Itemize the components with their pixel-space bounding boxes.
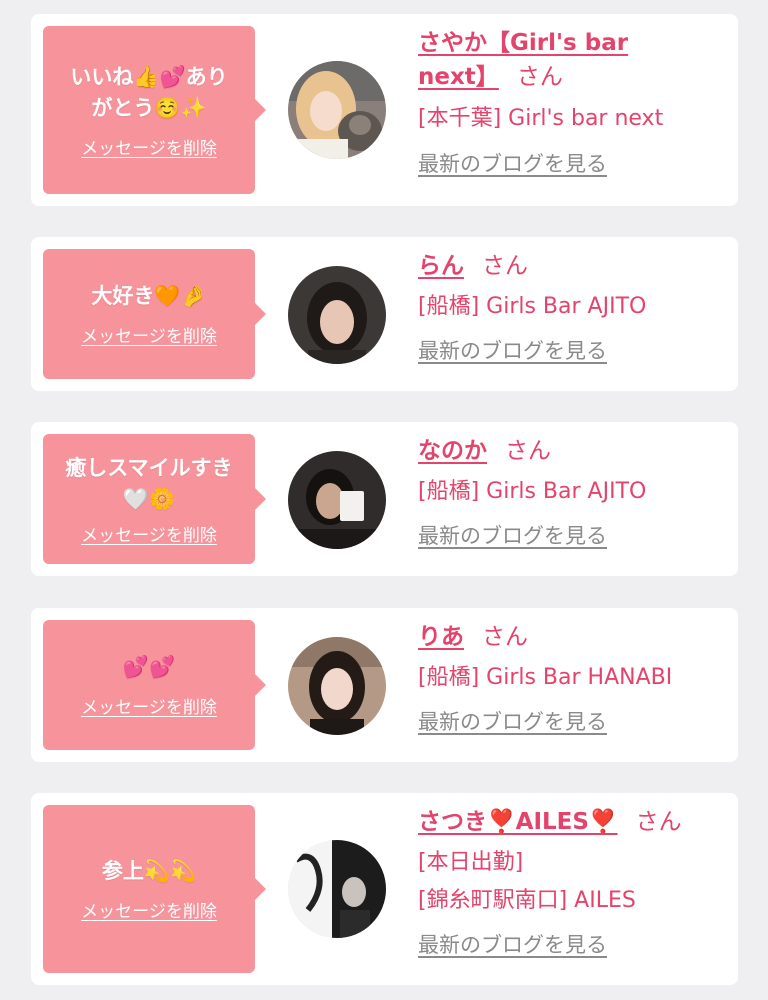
message-text: 参上💫💫 bbox=[101, 859, 197, 883]
delete-message-link[interactable]: メッセージを削除 bbox=[81, 322, 217, 347]
delete-message-link[interactable]: メッセージを削除 bbox=[81, 693, 217, 718]
message-card: 癒しスマイルすき 🤍🌼 メッセージを削除 なのか さん [船橋] Girls Ba… bbox=[31, 422, 738, 576]
avatar[interactable] bbox=[288, 451, 386, 549]
honorific: さん bbox=[516, 64, 563, 90]
shop-name: [船橋] Girls Bar AJITO bbox=[418, 294, 647, 319]
latest-blog-link[interactable]: 最新のブログを見る bbox=[418, 149, 607, 179]
latest-blog-link[interactable]: 最新のブログを見る bbox=[418, 707, 607, 737]
avatar-photo bbox=[288, 61, 386, 159]
message-text: 💕💕 bbox=[122, 655, 176, 679]
honorific: さん bbox=[635, 809, 682, 835]
avatar[interactable] bbox=[288, 840, 386, 938]
message-bubble: 💕💕 メッセージを削除 bbox=[43, 620, 266, 750]
user-name-line: りあ さん bbox=[418, 620, 723, 654]
user-name-link[interactable]: なのか bbox=[418, 438, 487, 464]
message-text: 大好き🧡🤌 bbox=[91, 284, 207, 308]
user-info: らん さん [船橋] Girls Bar AJITO 最新のブログを見る bbox=[418, 249, 723, 366]
message-text: いいね👍💕あり がとう☺️✨ bbox=[70, 64, 228, 120]
message-bubble: 参上💫💫 メッセージを削除 bbox=[43, 805, 266, 973]
shop-name: [本千葉] Girl's bar next bbox=[418, 106, 664, 131]
honorific: さん bbox=[482, 253, 528, 279]
shop-name: [錦糸町駅南口] AILES bbox=[418, 888, 636, 913]
avatar-photo bbox=[288, 451, 386, 549]
avatar-photo bbox=[288, 266, 386, 364]
message-card: 💕💕 メッセージを削除 りあ さん [船橋] Girls Bar HANABI 最… bbox=[31, 608, 738, 762]
user-info: りあ さん [船橋] Girls Bar HANABI 最新のブログを見る bbox=[418, 620, 723, 737]
message-card: いいね👍💕あり がとう☺️✨ メッセージを削除 さやか【Girl's bar ne… bbox=[31, 14, 738, 206]
shop-name: [船橋] Girls Bar HANABI bbox=[418, 665, 673, 690]
avatar-photo bbox=[288, 840, 386, 938]
message-bubble: 大好き🧡🤌 メッセージを削除 bbox=[43, 249, 266, 379]
user-name-link[interactable]: さつき❣️AILES❣️ bbox=[418, 809, 618, 835]
avatar[interactable] bbox=[288, 61, 386, 159]
honorific: さん bbox=[505, 438, 551, 464]
user-name-link[interactable]: りあ bbox=[418, 624, 464, 650]
user-name-line: なのか さん bbox=[418, 434, 723, 468]
message-card: 大好き🧡🤌 メッセージを削除 らん さん [船橋] Girls Bar AJITO… bbox=[31, 237, 738, 391]
user-info: なのか さん [船橋] Girls Bar AJITO 最新のブログを見る bbox=[418, 434, 723, 551]
user-name-line: さやか【Girl's bar next】 さん bbox=[418, 26, 723, 94]
message-card: 参上💫💫 メッセージを削除 さつき❣️AILES❣️ さん [本日出勤] [錦糸町… bbox=[31, 793, 738, 985]
message-text: 癒しスマイルすき 🤍🌼 bbox=[65, 455, 233, 511]
message-bubble: いいね👍💕あり がとう☺️✨ メッセージを削除 bbox=[43, 26, 266, 194]
work-status: [本日出勤] bbox=[418, 850, 524, 875]
message-bubble: 癒しスマイルすき 🤍🌼 メッセージを削除 bbox=[43, 434, 266, 564]
honorific: さん bbox=[482, 624, 528, 650]
latest-blog-link[interactable]: 最新のブログを見る bbox=[418, 930, 607, 960]
delete-message-link[interactable]: メッセージを削除 bbox=[81, 897, 217, 922]
user-name-line: らん さん bbox=[418, 249, 723, 283]
shop-name: [船橋] Girls Bar AJITO bbox=[418, 479, 647, 504]
avatar-photo bbox=[288, 637, 386, 735]
delete-message-link[interactable]: メッセージを削除 bbox=[81, 521, 217, 546]
latest-blog-link[interactable]: 最新のブログを見る bbox=[418, 336, 607, 366]
avatar[interactable] bbox=[288, 266, 386, 364]
delete-message-link[interactable]: メッセージを削除 bbox=[81, 134, 217, 159]
user-name-link[interactable]: らん bbox=[418, 253, 464, 279]
avatar[interactable] bbox=[288, 637, 386, 735]
user-info: さつき❣️AILES❣️ さん [本日出勤] [錦糸町駅南口] AILES 最新の… bbox=[418, 805, 723, 960]
user-name-line: さつき❣️AILES❣️ さん bbox=[418, 805, 723, 839]
user-info: さやか【Girl's bar next】 さん [本千葉] Girl's bar n… bbox=[418, 26, 723, 179]
latest-blog-link[interactable]: 最新のブログを見る bbox=[418, 521, 607, 551]
